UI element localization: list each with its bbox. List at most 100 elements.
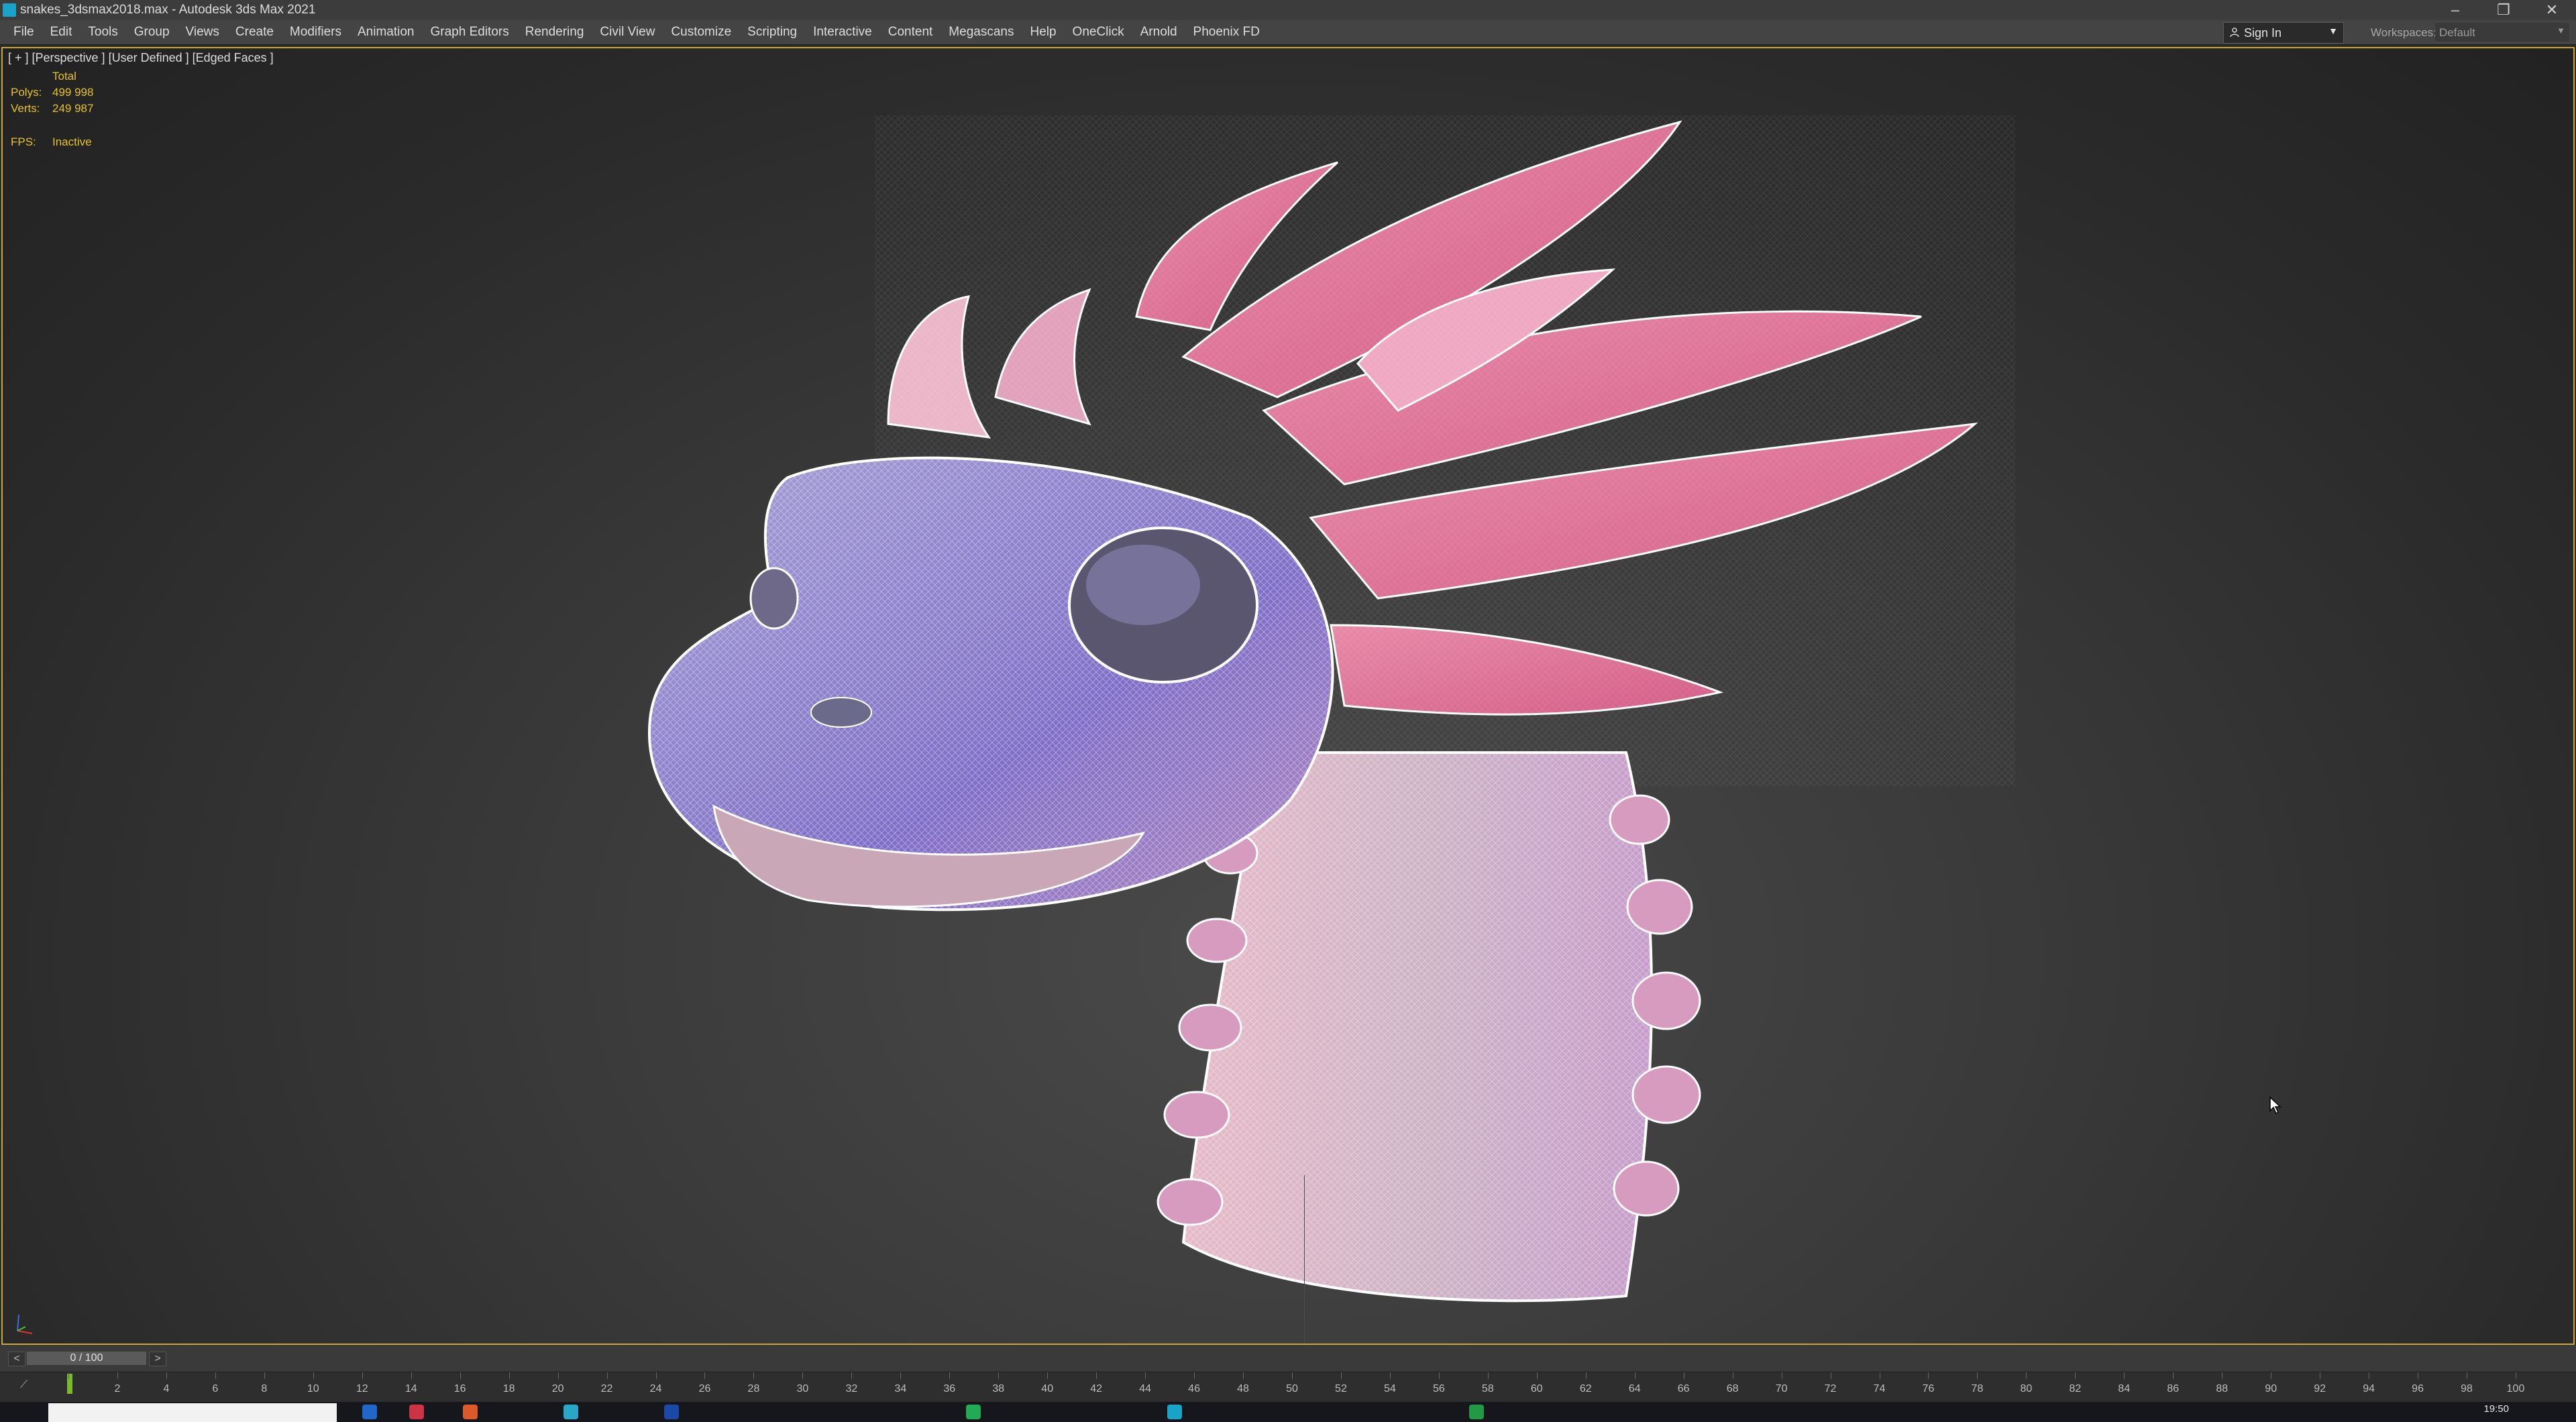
tick-mark [802, 1372, 804, 1379]
track-bar[interactable]: ⟋ 2 4 6 8 10 12 14 16 18 20 22 24 26 28 30 32 34 36 38 40 42… [0, 1372, 2576, 1403]
menu-item-edit[interactable]: Edit [42, 20, 80, 44]
tick-mark [166, 1372, 167, 1379]
tick-label: 48 [1237, 1383, 1249, 1394]
time-slider[interactable]: 0 / 100 [27, 1352, 146, 1365]
next-frame-button[interactable]: > [149, 1352, 166, 1366]
tick-mark [753, 1372, 755, 1379]
tick-label: 52 [1335, 1383, 1347, 1394]
tick-mark [68, 1372, 69, 1379]
tick-label: 32 [845, 1383, 858, 1394]
tick-mark [1928, 1372, 1929, 1379]
tick-mark [411, 1372, 412, 1379]
tick-mark [215, 1372, 216, 1379]
frame-ticks: 2 4 6 8 10 12 14 16 18 20 22 24 26 28 30 32 34 36 38 40 42 44… [0, 1372, 2576, 1403]
taskbar-app-icon[interactable] [1167, 1405, 1182, 1419]
tick-label: 70 [1775, 1383, 1788, 1394]
tick-label: 60 [1530, 1383, 1543, 1394]
tick-mark [1977, 1372, 1978, 1379]
menu-item-scripting[interactable]: Scripting [739, 20, 805, 44]
taskbar-app-icon[interactable] [409, 1405, 424, 1419]
menu-item-oneclick[interactable]: OneClick [1065, 20, 1132, 44]
tick-mark [1145, 1372, 1146, 1379]
menu-item-customize[interactable]: Customize [663, 20, 739, 44]
tick-label: 44 [1139, 1383, 1152, 1394]
app-window: snakes_3dsmax2018.max - Autodesk 3ds Max… [0, 0, 2576, 1422]
menu-item-megascans[interactable]: Megascans [941, 20, 1022, 44]
tick-mark [2075, 1372, 2076, 1379]
tick-label: 66 [1677, 1383, 1690, 1394]
menu-item-tools[interactable]: Tools [80, 20, 125, 44]
app-icon [3, 3, 16, 17]
workspaces-value: Default [2439, 26, 2475, 39]
tick-label: 46 [1188, 1383, 1200, 1394]
tick-label: 98 [2461, 1383, 2473, 1394]
user-icon [2230, 28, 2239, 38]
tick-label: 22 [600, 1383, 613, 1394]
menu-item-arnold[interactable]: Arnold [1132, 20, 1185, 44]
tick-label: 4 [163, 1383, 170, 1394]
tick-mark [1340, 1372, 1342, 1379]
tick-label: 68 [1726, 1383, 1739, 1394]
menu-item-civil-view[interactable]: Civil View [592, 20, 663, 44]
tick-mark [117, 1372, 118, 1379]
mouse-cursor-icon [2269, 1096, 2282, 1115]
workspaces-label: Workspaces: [2371, 26, 2436, 39]
menu-item-content[interactable]: Content [880, 20, 941, 44]
tick-label: 6 [212, 1383, 219, 1394]
tick-label: 26 [698, 1383, 711, 1394]
tick-label: 84 [2118, 1383, 2131, 1394]
close-button[interactable]: ✕ [2528, 0, 2576, 20]
taskbar-app-icon[interactable] [463, 1405, 478, 1419]
tick-mark [2173, 1372, 2174, 1379]
menu-item-graph-editors[interactable]: Graph Editors [423, 20, 517, 44]
tick-label: 90 [2265, 1383, 2277, 1394]
taskbar-app-icon[interactable] [362, 1405, 377, 1419]
tick-mark [851, 1372, 853, 1379]
menu-item-group[interactable]: Group [126, 20, 178, 44]
menu-item-animation[interactable]: Animation [350, 20, 423, 44]
dragon-model[interactable] [3, 48, 2575, 1345]
tick-label: 80 [2020, 1383, 2033, 1394]
tick-mark [1487, 1372, 1489, 1379]
tick-label: 76 [1922, 1383, 1935, 1394]
menu-item-modifiers[interactable]: Modifiers [282, 20, 350, 44]
tick-mark [2124, 1372, 2125, 1379]
menu-item-rendering[interactable]: Rendering [517, 20, 592, 44]
tick-mark [655, 1372, 657, 1379]
restore-button[interactable]: ❐ [2479, 0, 2528, 20]
sign-in-label: Sign In [2244, 26, 2282, 40]
tick-mark [606, 1372, 608, 1379]
previous-frame-button[interactable]: < [8, 1352, 25, 1366]
tick-mark [1536, 1372, 1538, 1379]
menu-item-interactive[interactable]: Interactive [805, 20, 880, 44]
tick-mark [1047, 1372, 1049, 1379]
window-controls: – ❐ ✕ [2431, 0, 2576, 20]
sign-in-dropdown[interactable]: Sign In ▼ [2223, 22, 2344, 44]
menu-item-phoenix-fd[interactable]: Phoenix FD [1185, 20, 1268, 44]
tick-mark [998, 1372, 1000, 1379]
menu-item-create[interactable]: Create [227, 20, 282, 44]
tick-mark [1096, 1372, 1097, 1379]
tick-label: 42 [1090, 1383, 1103, 1394]
taskbar-app-icon[interactable] [1469, 1405, 1484, 1419]
menu-item-views[interactable]: Views [178, 20, 227, 44]
taskbar-app-icon[interactable] [664, 1405, 679, 1419]
menu-item-help[interactable]: Help [1022, 20, 1064, 44]
minimize-button[interactable]: – [2431, 0, 2479, 20]
taskbar-app-icon[interactable] [966, 1405, 981, 1419]
tick-label: 58 [1481, 1383, 1494, 1394]
tick-label: 78 [1971, 1383, 1984, 1394]
taskbar-search-box[interactable] [48, 1403, 337, 1422]
workspaces-dropdown[interactable]: Default ▼ [2435, 23, 2569, 42]
perspective-viewport[interactable]: [ + ] [Perspective ] [User Defined ] [Ed… [1, 47, 2575, 1345]
menu-item-file[interactable]: File [5, 20, 42, 44]
taskbar-app-icon[interactable] [564, 1405, 578, 1419]
tick-mark [1292, 1372, 1293, 1379]
tick-label: 10 [307, 1383, 319, 1394]
tick-mark [1389, 1372, 1391, 1379]
tick-mark [460, 1372, 461, 1379]
tick-label: 34 [894, 1383, 907, 1394]
tick-label: 94 [2363, 1383, 2375, 1394]
dragon-head [647, 456, 1334, 912]
tick-label: 88 [2216, 1383, 2229, 1394]
